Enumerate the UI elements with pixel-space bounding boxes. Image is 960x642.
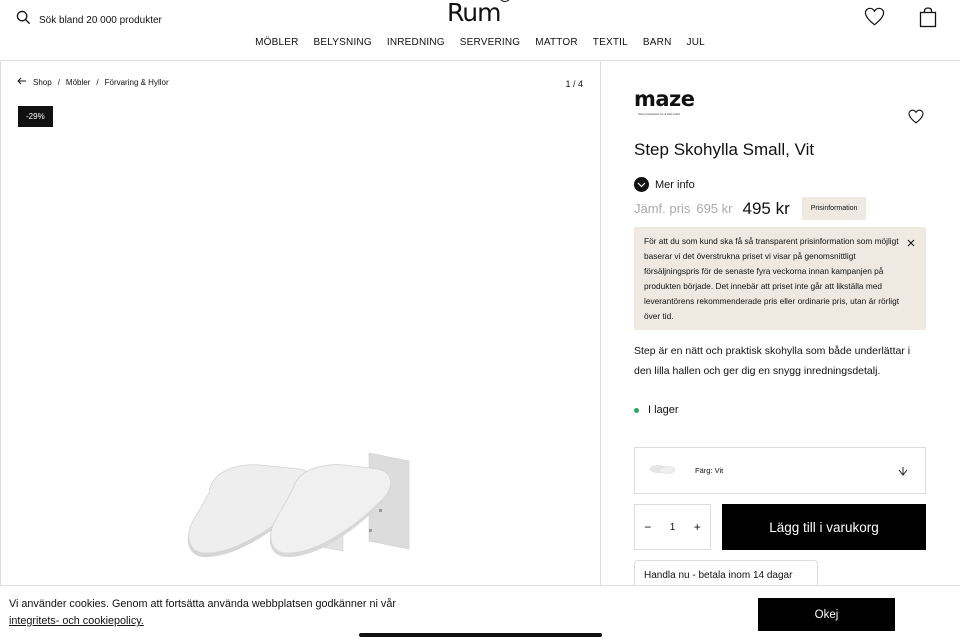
- nav-item-servering[interactable]: SERVERING: [460, 37, 521, 48]
- current-price: 495 kr: [742, 198, 790, 218]
- brand-tagline: Slow production for a fast world: [638, 112, 680, 116]
- more-info-label: Mer info: [655, 178, 695, 191]
- stock-dot: [634, 407, 639, 413]
- cookie-accept-button[interactable]: Okej: [758, 598, 895, 631]
- breadcrumb: Shop / Möbler / Förvaring & Hyllor: [17, 77, 169, 87]
- product-image[interactable]: [181, 401, 421, 576]
- decrease-button[interactable]: −: [644, 520, 651, 534]
- breadcrumb-mobler[interactable]: Möbler: [66, 78, 90, 87]
- gallery-pager: 1 / 4: [565, 79, 583, 89]
- price-info-button[interactable]: Prisinformation: [801, 197, 867, 220]
- brand-name: maze: [634, 87, 695, 111]
- logo-badge: 21: [499, 0, 512, 2]
- back-arrow-icon[interactable]: [17, 77, 27, 87]
- breadcrumb-forvaring[interactable]: Förvaring & Hyllor: [105, 78, 169, 87]
- variant-label: Färg: Vit: [695, 466, 724, 475]
- brand-logo[interactable]: maze Slow production for a fast world: [634, 87, 695, 117]
- increase-button[interactable]: +: [694, 520, 701, 534]
- stock-status: I lager: [634, 404, 679, 416]
- nav-item-mattor[interactable]: MATTOR: [535, 37, 578, 48]
- product-description: Step är en nätt och praktisk skohylla so…: [634, 345, 911, 377]
- nav-item-mobler[interactable]: MÖBLER: [255, 37, 298, 48]
- price-info-text: För att du som kund ska få så transparen…: [644, 236, 900, 321]
- nav-item-belysning[interactable]: BELYSNING: [314, 37, 372, 48]
- more-info-toggle[interactable]: Mer info: [634, 177, 695, 192]
- product-details: maze Slow production for a fast world St…: [602, 61, 960, 642]
- cookie-text: Vi använder cookies. Genom att fortsätta…: [9, 596, 449, 630]
- breadcrumb-shop[interactable]: Shop: [33, 78, 52, 87]
- favorite-icon[interactable]: [908, 109, 924, 129]
- search-bar[interactable]: [16, 10, 239, 30]
- nav-item-inredning[interactable]: INREDNING: [387, 37, 445, 48]
- variant-select[interactable]: Färg: Vit: [634, 447, 926, 494]
- site-logo[interactable]: Rum21: [447, 0, 512, 27]
- cookie-message: Vi använder cookies. Genom att fortsätta…: [9, 598, 396, 610]
- home-indicator: [359, 633, 602, 637]
- compare-price: 695 kr: [696, 201, 733, 216]
- close-icon[interactable]: [907, 237, 915, 252]
- main-nav: MÖBLER BELYSNING INREDNING SERVERING MAT…: [0, 37, 960, 48]
- breadcrumb-separator: /: [96, 77, 99, 87]
- search-input[interactable]: [39, 14, 239, 26]
- logo-text: Rum: [447, 0, 501, 27]
- discount-badge: -29%: [18, 106, 53, 127]
- search-icon[interactable]: [16, 10, 31, 30]
- stock-label: I lager: [648, 404, 679, 416]
- compare-price-label: Jämf. pris: [634, 201, 691, 216]
- product-title: Step Skohylla Small, Vit: [634, 140, 815, 159]
- nav-item-jul[interactable]: JUL: [687, 37, 705, 48]
- chevron-down-icon: [634, 177, 649, 192]
- arrow-down-icon: [897, 464, 909, 482]
- cookie-policy-link[interactable]: integritets- och cookiepolicy.: [9, 615, 144, 627]
- breadcrumb-separator: /: [57, 77, 60, 87]
- product-gallery: Shop / Möbler / Förvaring & Hyllor 1 / 4…: [0, 61, 601, 642]
- nav-item-barn[interactable]: BARN: [643, 37, 672, 48]
- add-to-cart-button[interactable]: Lägg till i varukorg: [722, 504, 926, 550]
- price-row: Jämf. pris 695 kr 495 kr Prisinformation: [634, 197, 867, 220]
- site-header: Rum21 MÖBLER BELYSNING INREDNING SERVERI…: [0, 0, 960, 61]
- variant-thumbnail: [649, 462, 677, 480]
- quantity-stepper: − 1 +: [634, 504, 711, 550]
- price-info-panel: För att du som kund ska få så transparen…: [634, 227, 926, 330]
- quantity-value[interactable]: 1: [670, 522, 676, 533]
- cart-icon[interactable]: [919, 7, 937, 33]
- nav-item-textil[interactable]: TEXTIL: [593, 37, 628, 48]
- wishlist-icon[interactable]: [864, 7, 885, 31]
